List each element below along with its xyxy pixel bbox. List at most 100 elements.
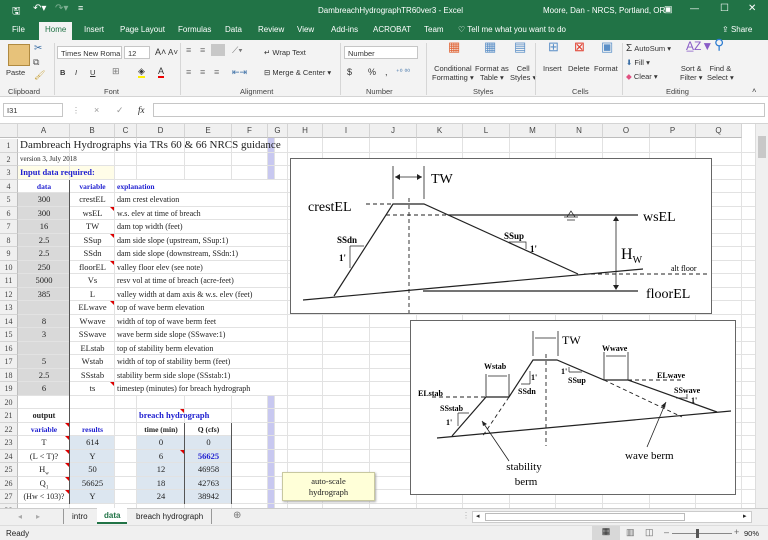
input-variable[interactable]: ELstab [72,342,113,355]
user-name[interactable]: Moore, Dan - NRCS, Portland, OR [543,6,665,15]
auto-scale-hydrograph-button[interactable]: auto-scalehydrograph [282,472,375,501]
currency-button[interactable]: $ [347,68,352,77]
format-painter-icon[interactable]: 🖌 [34,71,45,80]
vertical-scrollbar[interactable] [755,124,768,508]
row-header-11[interactable]: 11 [0,274,18,288]
comment-indicator[interactable] [110,207,114,211]
fill-button[interactable]: ⬇ Fill ▾ [626,58,650,67]
input-value-wwave[interactable]: 8 [20,315,68,328]
scroll-tabs-right-icon[interactable]: ▸ [36,512,40,521]
format-cells-button[interactable]: Format [594,64,618,73]
input-explanation[interactable]: stability berm side slope (SSstab:1) [117,369,230,382]
column-header-e[interactable]: E [185,124,232,138]
indent-icon[interactable]: ⇤⇥ [232,68,247,77]
align-bottom-icon[interactable] [211,44,225,56]
column-header-h[interactable]: H [288,124,323,138]
formula-input[interactable] [153,103,765,117]
customize-toolbar-icon[interactable]: ≡ [78,3,83,13]
italic-button[interactable]: I [75,68,77,77]
input-variable[interactable]: wsEL [72,207,113,220]
row-header-10[interactable]: 10 [0,261,18,275]
input-explanation[interactable]: top of stability berm elevation [117,342,213,355]
input-variable[interactable]: SSstab [72,369,113,382]
row-header-20[interactable]: 20 [0,396,18,410]
row-header-26[interactable]: 26 [0,477,18,491]
conditional-formatting-button[interactable]: ConditionalFormatting ▾ [432,64,474,82]
close-button[interactable]: ✕ [748,3,756,14]
version-text[interactable]: version 3, July 2018 [20,153,77,166]
output-header[interactable]: output [20,409,68,422]
input-variable[interactable]: Wwave [72,315,113,328]
comment-indicator[interactable] [110,382,114,386]
zoom-slider-thumb[interactable] [696,529,699,538]
column-header-b[interactable]: B [70,124,115,138]
comment-indicator[interactable] [110,234,114,238]
font-name-select[interactable]: Times New Roma [57,46,122,59]
row-header-9[interactable]: 9 [0,247,18,261]
input-variable[interactable]: crestEL [72,193,113,206]
font-color-icon[interactable]: A [158,67,164,78]
output-variable[interactable]: (L < T)? [20,450,68,463]
align-middle-icon[interactable]: ≡ [200,46,205,55]
output-result[interactable]: Y [72,450,113,463]
output-result[interactable]: 56625 [72,477,113,490]
column-header-c[interactable]: C [115,124,137,138]
decimal-icons[interactable]: ⁺⁰ ⁰⁰ [396,68,410,77]
comment-indicator[interactable] [180,409,184,413]
row-header-12[interactable]: 12 [0,288,18,302]
comma-button[interactable]: , [385,68,388,77]
output-variable[interactable]: Q1 [20,477,68,490]
input-data-header[interactable]: Input data required: [20,166,95,179]
splitter-icon[interactable]: ⋮ [462,511,470,520]
paste-button[interactable]: Paste [6,68,25,77]
row-header-25[interactable]: 25 [0,463,18,477]
clear-button[interactable]: ◆ Clear ▾ [626,72,658,81]
input-value-wstab[interactable]: 5 [20,355,68,368]
output-col-results[interactable]: results [72,423,113,436]
input-value-wsel[interactable]: 300 [20,207,68,220]
row-header-3[interactable]: 3 [0,166,18,180]
horizontal-scrollbar[interactable]: ◂ ▸ [472,511,752,523]
row-header-13[interactable]: 13 [0,301,18,315]
percent-button[interactable]: % [368,68,376,77]
increase-font-icon[interactable]: A˄ [155,48,166,57]
input-value-sswave[interactable]: 3 [20,328,68,341]
hydro-time[interactable]: 24 [139,490,183,503]
insert-cells-button[interactable]: Insert [543,64,562,73]
input-value-elwave[interactable] [20,301,68,314]
copy-icon[interactable]: ⧉ [33,58,39,67]
input-explanation[interactable]: width of top of stability berm (feet) [117,355,230,368]
input-variable[interactable]: SSup [72,234,113,247]
decrease-font-icon[interactable]: A˅ [168,48,178,57]
row-header-21[interactable]: 21 [0,409,18,423]
input-col-explanation[interactable]: explanation [117,180,155,193]
tab-data[interactable]: Data [225,25,242,34]
row-header-6[interactable]: 6 [0,207,18,221]
input-value-crestel[interactable]: 300 [20,193,68,206]
input-value-l[interactable]: 385 [20,288,68,301]
hydro-q[interactable]: 38942 [187,490,230,503]
tab-acrobat[interactable]: ACROBAT [373,25,411,34]
tab-team[interactable]: Team [424,25,444,34]
input-variable[interactable]: floorEL [72,261,113,274]
align-top-icon[interactable]: ≡ [186,46,191,55]
comment-indicator[interactable] [110,261,114,265]
hydro-q[interactable]: 56625 [187,450,230,463]
row-header-15[interactable]: 15 [0,328,18,342]
tab-page-layout[interactable]: Page Layout [120,25,165,34]
tab-add-ins[interactable]: Add-ins [331,25,358,34]
hydro-time[interactable]: 0 [139,436,183,449]
sort-filter-button[interactable]: Sort &Filter ▾ [680,64,703,82]
hydro-time[interactable]: 6 [139,450,183,463]
sheet-tab-data[interactable]: data [97,508,127,524]
maximize-button[interactable]: ☐ [720,3,729,14]
save-icon[interactable]: 🖫 [12,4,21,21]
output-result[interactable]: Y [72,490,113,503]
input-explanation[interactable]: resv vol at time of breach (acre-feet) [117,274,234,287]
column-header-f[interactable]: F [232,124,268,138]
output-variable[interactable]: (Hw < 103)? [18,490,70,503]
sheet-tab-intro[interactable]: intro [63,509,96,524]
input-explanation[interactable]: timestep (minutes) for breach hydrograph [117,382,250,395]
undo-icon[interactable]: ↶▾ [33,3,46,14]
collapse-ribbon-icon[interactable]: ˄ [752,86,756,95]
